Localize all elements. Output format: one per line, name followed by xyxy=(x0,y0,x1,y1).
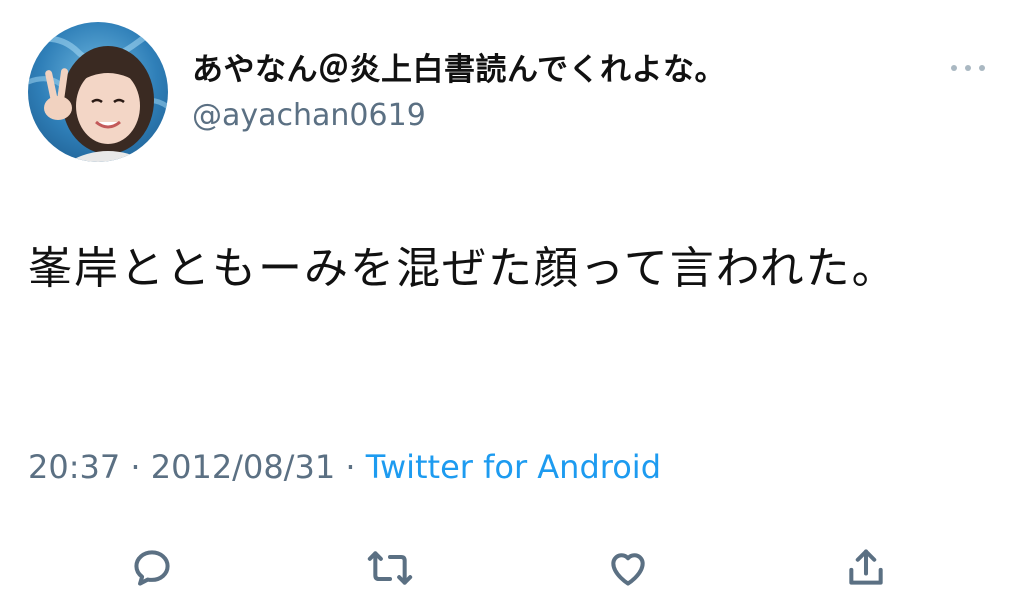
tweet-text: 峯岸とともーみを混ぜた顔って言われた。 xyxy=(28,243,898,294)
reply-button[interactable] xyxy=(124,540,180,596)
tweet-card: あやなん＠炎上白書読んでくれよな。 @ayachan0619 峯岸とともーみを混… xyxy=(0,0,1024,606)
retweet-button[interactable] xyxy=(362,540,418,596)
retweet-icon xyxy=(367,551,413,585)
tweet-time[interactable]: 20:37 xyxy=(28,448,120,486)
tweet-actions xyxy=(0,540,1024,596)
share-icon xyxy=(849,549,883,585)
tweet-meta: 20:37 · 2012/08/31 · Twitter for Android xyxy=(28,448,661,486)
meta-separator: · xyxy=(345,448,366,486)
meta-separator: · xyxy=(130,448,151,486)
tweet-date[interactable]: 2012/08/31 xyxy=(151,448,335,486)
avatar[interactable] xyxy=(28,22,168,162)
more-horizontal-icon xyxy=(951,65,985,71)
heart-icon xyxy=(611,553,645,586)
share-button[interactable] xyxy=(838,540,894,596)
like-button[interactable] xyxy=(600,540,656,596)
user-handle[interactable]: @ayachan0619 xyxy=(192,98,426,133)
reply-icon xyxy=(134,550,170,586)
avatar-image xyxy=(28,22,168,162)
tweet-source-link[interactable]: Twitter for Android xyxy=(366,448,661,486)
display-name[interactable]: あやなん＠炎上白書読んでくれよな。 xyxy=(192,44,726,89)
more-options-button[interactable] xyxy=(944,56,992,80)
